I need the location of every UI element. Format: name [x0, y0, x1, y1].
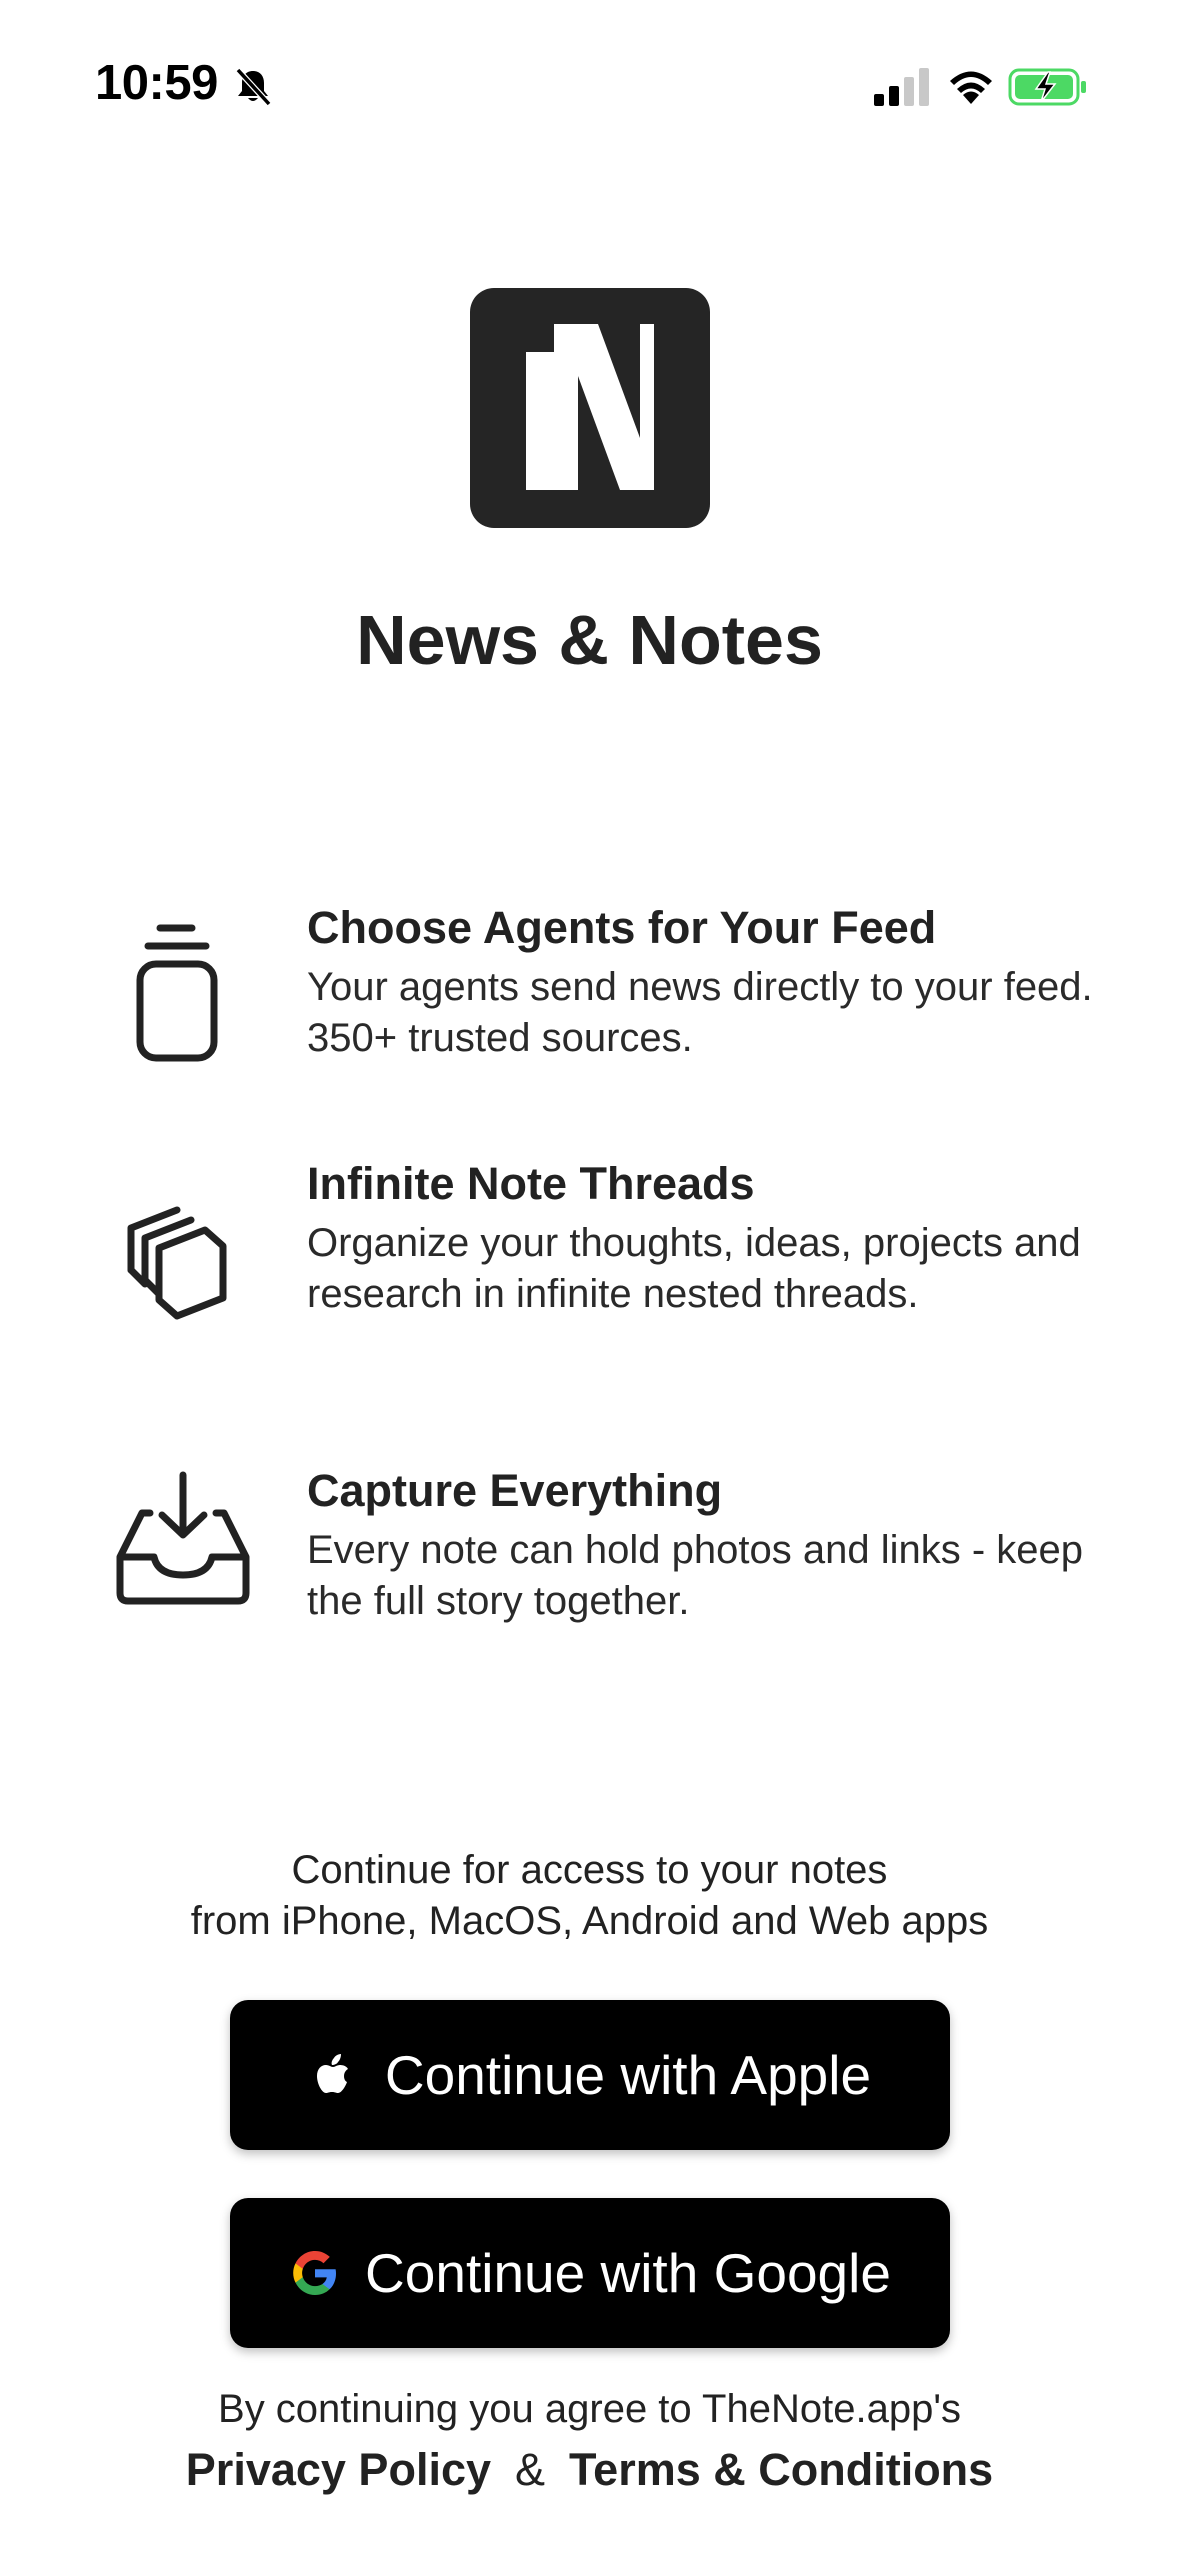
legal-prefix: By continuing you agree to TheNote.app's: [218, 2387, 961, 2431]
feature-description: Your agents send news directly to your f…: [307, 965, 1093, 1060]
wifi-icon: [947, 66, 995, 106]
google-button-label: Continue with Google: [365, 2242, 891, 2304]
jar-icon: [110, 920, 260, 1070]
feature-description: Organize your thoughts, ideas, projects …: [307, 1221, 1081, 1316]
continue-with-apple-button[interactable]: Continue with Apple: [230, 2000, 950, 2150]
signal-icon: [874, 68, 932, 106]
battery-charging-icon: [1008, 67, 1088, 107]
stacked-layers-icon: [115, 1198, 265, 1348]
app-title: News & Notes: [356, 601, 823, 679]
bell-slash-icon: [232, 66, 274, 108]
feature-description: Every note can hold photos and links - k…: [307, 1528, 1084, 1623]
legal-ampersand: &: [515, 2444, 546, 2495]
continue-with-google-button[interactable]: Continue with Google: [230, 2198, 950, 2348]
feature-text: Choose Agents for Your Feed Your agents …: [307, 900, 1107, 1064]
feature-title: Choose Agents for Your Feed: [307, 902, 937, 953]
legal-notice: By continuing you agree to TheNote.app's…: [0, 2383, 1179, 2501]
google-icon: [289, 2247, 341, 2299]
legal-links: Privacy Policy & Terms & Conditions: [0, 2439, 1179, 2501]
feature-title: Infinite Note Threads: [307, 1158, 755, 1209]
apple-button-label: Continue with Apple: [384, 2044, 872, 2106]
feature-text: Infinite Note Threads Organize your thou…: [307, 1156, 1107, 1320]
inbox-download-icon: [108, 1465, 258, 1615]
feature-text: Capture Everything Every note can hold p…: [307, 1463, 1107, 1627]
continue-info-line2: from iPhone, MacOS, Android and Web apps: [190, 1899, 989, 1943]
status-time: 10:59: [95, 56, 218, 110]
continue-info-line1: Continue for access to your notes: [291, 1848, 888, 1892]
privacy-policy-link[interactable]: Privacy Policy: [186, 2444, 491, 2495]
continue-info: Continue for access to your notes from i…: [0, 1845, 1179, 1947]
app-logo: [470, 288, 710, 528]
apple-icon: [309, 2049, 361, 2101]
feature-title: Capture Everything: [307, 1465, 723, 1516]
terms-conditions-link[interactable]: Terms & Conditions: [569, 2444, 993, 2495]
